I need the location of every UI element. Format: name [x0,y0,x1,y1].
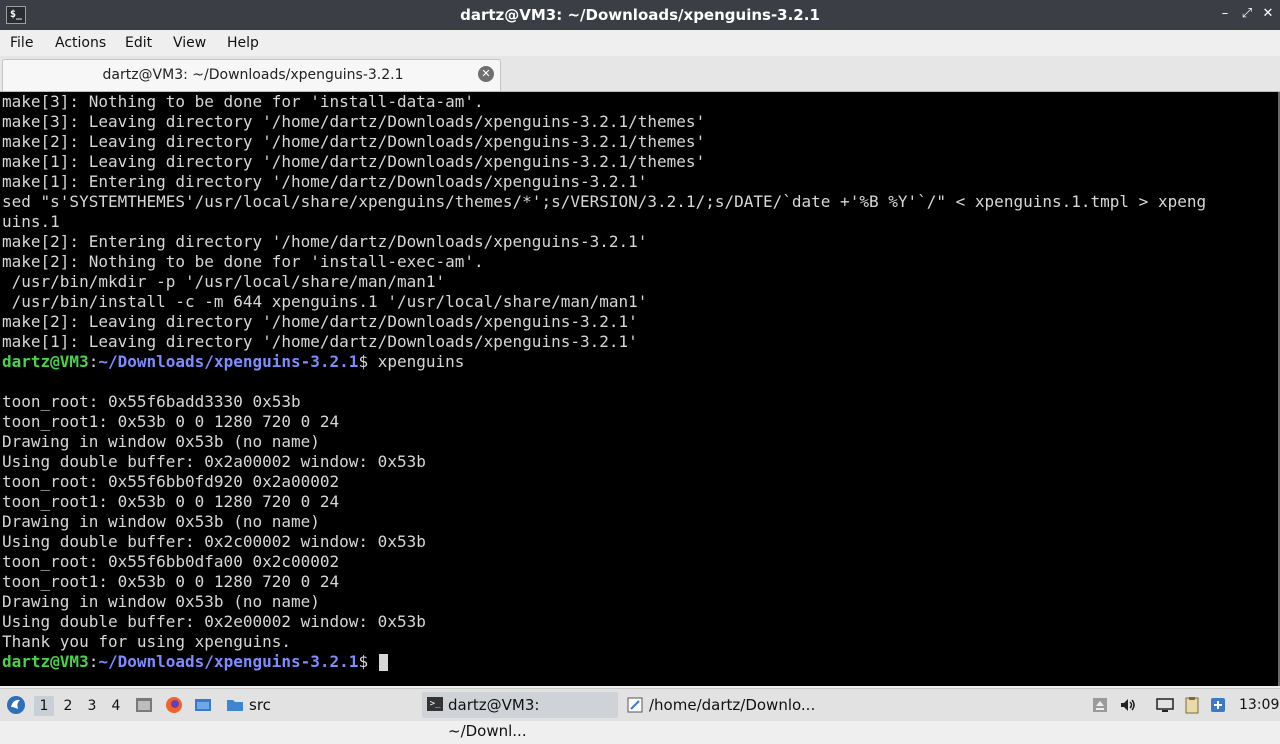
task-editor[interactable]: /home/dartz/Downlo... [622,692,822,718]
terminal-line: make[1]: Leaving directory '/home/dartz/… [2,152,706,171]
update-notifier-icon[interactable] [1209,696,1227,714]
show-desktop-icon[interactable] [135,696,153,714]
menu-actions[interactable]: Actions [55,35,106,51]
terminal-line: Using double buffer: 0x2a00002 window: 0… [2,452,426,471]
terminal-line: make[2]: Leaving directory '/home/dartz/… [2,312,638,331]
text-editor-icon [627,697,643,713]
text-cursor [378,654,388,671]
clipboard-icon[interactable] [1183,696,1201,714]
command-text: xpenguins [368,352,465,371]
terminal-line: uins.1 [2,212,60,231]
active-prompt-line: dartz@VM3:~/Downloads/xpenguins-3.2.1$ [0,652,1278,672]
folder-label[interactable]: src [249,689,271,721]
terminal-line: /usr/bin/install -c -m 644 xpenguins.1 '… [2,292,648,311]
prompt-colon: : [88,352,99,371]
prompt-colon: : [88,652,99,671]
terminal-output[interactable]: make[3]: Nothing to be done for 'install… [0,92,1280,686]
menu-help[interactable]: Help [227,35,259,51]
terminal-task-icon: >_ [427,697,443,711]
menu-edit[interactable]: Edit [125,35,152,51]
terminal-line: /usr/bin/mkdir -p '/usr/local/share/man/… [2,272,446,291]
terminal-line: make[1]: Entering directory '/home/dartz… [2,172,648,191]
terminal-line: toon_root: 0x55f6bb0fd920 0x2a00002 [2,472,340,491]
terminal-line: toon_root1: 0x53b 0 0 1280 720 0 24 [2,572,340,591]
terminal-line: toon_root1: 0x53b 0 0 1280 720 0 24 [2,412,340,431]
prompt-dollar: $ [358,652,369,671]
prompt-user: dartz@VM3 [2,352,89,371]
task-terminal-label: dartz@VM3: ~/Downl... [448,696,540,740]
menu-file[interactable]: File [10,35,33,51]
task-editor-label: /home/dartz/Downlo... [649,696,816,714]
terminal-line: Drawing in window 0x53b (no name) [2,512,320,531]
desktop-4[interactable]: 4 [106,696,126,716]
task-terminal[interactable]: >_ dartz@VM3: ~/Downl... [422,692,618,740]
terminal-line: Drawing in window 0x53b (no name) [2,432,320,451]
clock[interactable]: 13:09 [1239,689,1279,721]
network-icon[interactable] [1156,696,1174,714]
terminal-line: make[3]: Leaving directory '/home/dartz/… [2,112,706,131]
maximize-button[interactable]: ⤢ [1238,5,1256,23]
folder-icon[interactable] [226,696,244,714]
eject-icon[interactable] [1091,696,1109,714]
application-window-icon[interactable] [194,696,212,714]
terminal-line: make[2]: Entering directory '/home/dartz… [2,232,648,251]
close-button[interactable]: ✕ [1259,5,1277,23]
terminal-line: make[3]: Nothing to be done for 'install… [2,92,484,111]
start-menu-icon[interactable] [6,695,26,715]
terminal-tab[interactable]: dartz@VM3: ~/Downloads/xpenguins-3.2.1 ✕ [2,59,501,91]
menu-view[interactable]: View [173,35,206,51]
prompt-path: ~/Downloads/xpenguins-3.2.1 [98,652,359,671]
terminal-line: toon_root: 0x55f6badd3330 0x53b [2,392,301,411]
terminal-line: make[2]: Leaving directory '/home/dartz/… [2,132,706,151]
terminal-line: make[1]: Leaving directory '/home/dartz/… [2,332,638,351]
prompt-path: ~/Downloads/xpenguins-3.2.1 [98,352,359,371]
minimize-button[interactable]: – [1216,5,1234,23]
window-title: dartz@VM3: ~/Downloads/xpenguins-3.2.1 [460,6,820,24]
firefox-icon[interactable] [165,696,183,714]
prompt-user: dartz@VM3 [2,652,89,671]
terminal-line: toon_root: 0x55f6bb0dfa00 0x2c00002 [2,552,340,571]
terminal-line: toon_root1: 0x53b 0 0 1280 720 0 24 [2,492,340,511]
menu-bar: File Actions Edit View Help [0,30,1280,56]
desktop-1[interactable]: 1 [34,696,54,716]
terminal-line: Using double buffer: 0x2e00002 window: 0… [2,612,426,631]
tab-bar: dartz@VM3: ~/Downloads/xpenguins-3.2.1 ✕ [0,56,1280,92]
terminal-line: sed "s'SYSTEMTHEMES'/usr/local/share/xpe… [2,192,1207,211]
taskbar: 1 2 3 4 src >_ dartz@VM3: ~/Downl... /ho… [0,688,1280,740]
window-titlebar: $_ dartz@VM3: ~/Downloads/xpenguins-3.2.… [0,0,1280,30]
prompt-line: dartz@VM3:~/Downloads/xpenguins-3.2.1$ x… [0,352,1278,372]
terminal-line: make[2]: Nothing to be done for 'install… [2,252,484,271]
tab-label: dartz@VM3: ~/Downloads/xpenguins-3.2.1 [102,67,404,83]
terminal-line: Thank you for using xpenguins. [2,632,291,651]
desktop-2[interactable]: 2 [58,696,78,716]
volume-icon[interactable] [1119,696,1137,714]
desktop-3[interactable]: 3 [82,696,102,716]
terminal-line: Using double buffer: 0x2c00002 window: 0… [2,532,426,551]
terminal-line: Drawing in window 0x53b (no name) [2,592,320,611]
tab-close-icon[interactable]: ✕ [478,66,494,82]
prompt-dollar: $ [358,352,369,371]
